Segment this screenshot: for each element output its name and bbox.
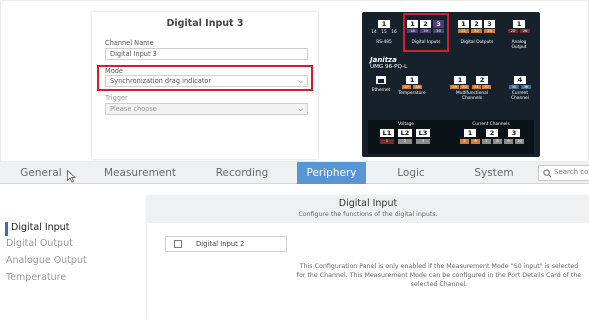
- search-text: Search co: [554, 168, 589, 176]
- digital-output-pin: 22: [471, 29, 482, 33]
- info-note: This Configuration Panel is only enabled…: [296, 263, 582, 288]
- tab-measurement[interactable]: Measurement: [90, 162, 190, 184]
- multifunctional-label: Multifunctional Channels: [456, 91, 488, 101]
- mode-label: Mode: [105, 67, 123, 75]
- digital-input-pin: 19: [420, 29, 431, 33]
- tab-periphery[interactable]: Periphery: [297, 162, 366, 184]
- search-icon: [543, 169, 552, 178]
- mode-value: Synchronization drag indicator: [110, 77, 212, 85]
- digital-output-1-number: 1: [458, 20, 469, 28]
- channel-name-input[interactable]: Digital Input 3: [105, 48, 308, 60]
- device-port-diagram: 1 14 15 16 RS-485 1 2 3 18 19 20 Digital…: [362, 12, 540, 157]
- digital-input-checkbox[interactable]: [174, 240, 182, 248]
- digital-output-2-number: 2: [471, 20, 482, 28]
- digital-input-1-number: 1: [407, 20, 418, 28]
- sidebar-item-digital-input[interactable]: Digital Input: [11, 222, 69, 233]
- active-indicator: [5, 222, 8, 236]
- analog-output-number: 1: [513, 20, 525, 28]
- multifunctional-pin: 32: [482, 85, 491, 89]
- main-tab-bar: General Measurement Recording Periphery …: [0, 162, 589, 184]
- trigger-placeholder: Please choose: [110, 105, 157, 113]
- rs485-label: RS-485: [376, 40, 392, 45]
- mouse-cursor-icon: [67, 170, 76, 183]
- rs485-pin: 16: [391, 30, 397, 35]
- multifunctional-1-number: 1: [454, 76, 466, 84]
- device-model: UMG 96-PQ-L: [370, 64, 408, 70]
- digital-output-3-number: 3: [484, 20, 495, 28]
- panel-header: Digital Input Configure the functions of…: [147, 196, 589, 223]
- sidebar-item-analogue-output[interactable]: Analogue Output: [6, 255, 87, 266]
- digital-input-3-number: 3: [433, 20, 444, 28]
- rs485-number: 1: [378, 20, 390, 28]
- digital-input-item-label: Digital Input 2: [196, 240, 245, 248]
- tab-recording[interactable]: Recording: [196, 162, 288, 184]
- chevron-down-icon: ⌵: [298, 78, 303, 85]
- port-details-card: Digital Input 3 Channel Name Digital Inp…: [92, 12, 318, 159]
- voltage-l1: L1: [380, 129, 394, 137]
- trigger-label: Trigger: [105, 94, 128, 102]
- channel-name-label: Channel Name: [105, 39, 154, 47]
- multifunctional-pin: 31: [472, 85, 481, 89]
- analog-output-pin: 25: [508, 29, 518, 33]
- current-channel-3-number: 3: [508, 129, 520, 137]
- trigger-select[interactable]: Please choose ⌵: [105, 103, 308, 115]
- current-channel-number: 4: [514, 76, 526, 84]
- voltage-pin: 1: [380, 139, 394, 144]
- multifunctional-2-number: 2: [476, 76, 488, 84]
- digital-input-pin: 18: [407, 29, 418, 33]
- multifunctional-pin: 30: [460, 85, 469, 89]
- channel-name-value: Digital Input 3: [110, 50, 157, 58]
- digital-outputs-label: Digital Outputs: [460, 40, 494, 45]
- sidebar-item-temperature[interactable]: Temperature: [6, 272, 66, 283]
- voltage-l2: L2: [398, 129, 412, 137]
- digital-input-2-number: 2: [420, 20, 431, 28]
- voltage-pin: 2: [398, 139, 412, 144]
- temperature-number: 1: [406, 76, 418, 84]
- digital-inputs-label: Digital Inputs: [411, 40, 441, 45]
- port-ethernet[interactable]: Ethernet: [370, 76, 392, 93]
- voltage-l3: L3: [416, 129, 430, 137]
- current-channel-label: Current Channel: [511, 91, 529, 101]
- mode-select[interactable]: Synchronization drag indicator ⌵: [105, 75, 308, 87]
- panel-subtitle: Configure the functions of the digital i…: [298, 211, 438, 218]
- port-rs485[interactable]: 1 14 15 16 RS-485: [370, 20, 398, 45]
- current-channel-1-number: 1: [464, 129, 476, 137]
- tab-system[interactable]: System: [455, 162, 533, 184]
- current-channels-label: Current Channels: [472, 122, 510, 127]
- current-channel-pin: 5: [460, 139, 469, 144]
- measurement-inputs-panel: Voltage L1 L2 L3 1 2 3 Current Channels …: [368, 120, 534, 154]
- voltage-label: Voltage: [397, 122, 415, 127]
- ethernet-label: Ethernet: [371, 88, 391, 93]
- current-channel-pin: 6: [471, 139, 480, 144]
- analog-output-pin: 26: [520, 29, 530, 33]
- current-channel-pin: 36: [521, 85, 531, 89]
- digital-input-panel: Digital Input Configure the functions of…: [147, 196, 589, 320]
- current-channel-pin: 9: [504, 139, 513, 144]
- temperature-pin: 28: [413, 85, 422, 89]
- ethernet-icon: [376, 76, 386, 84]
- temperature-label: Temperature: [398, 91, 426, 96]
- digital-output-pin: 21: [458, 29, 469, 33]
- card-title: Digital Input 3: [166, 18, 244, 29]
- panel-title: Digital Input: [338, 198, 398, 209]
- current-channel-pin: 7: [482, 139, 491, 144]
- search-input[interactable]: Search co: [538, 165, 589, 181]
- digital-input-item[interactable]: Digital Input 2: [165, 236, 287, 252]
- rs485-pin: 15: [381, 30, 387, 35]
- temperature-pin: 27: [402, 85, 411, 89]
- tab-logic[interactable]: Logic: [371, 162, 451, 184]
- digital-input-pin: 20: [433, 29, 444, 33]
- current-channel-pin: 10: [515, 139, 524, 144]
- chevron-down-icon: ⌵: [298, 106, 303, 113]
- multifunctional-pin: 29: [450, 85, 459, 89]
- sidebar-item-digital-output[interactable]: Digital Output: [6, 238, 73, 249]
- current-channel-2-number: 2: [486, 129, 498, 137]
- digital-output-pin: 23: [484, 29, 495, 33]
- current-channel-pin: 8: [493, 139, 502, 144]
- rs485-pin: 14: [371, 30, 377, 35]
- analog-output-label: Analog Output: [511, 40, 527, 50]
- current-channel-pin: 35: [509, 85, 519, 89]
- voltage-pin: 3: [416, 139, 430, 144]
- brand-logo: Janitza: [370, 56, 397, 64]
